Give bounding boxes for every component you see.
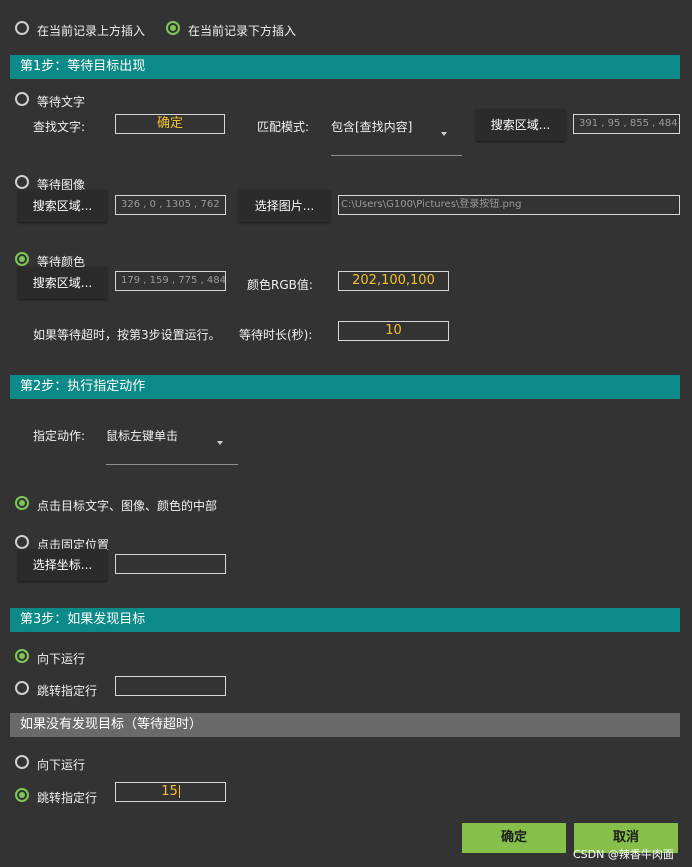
image-search-area-value[interactable]: 326 , 0 , 1305 , 762: [115, 195, 226, 215]
match-mode-underline: [331, 155, 462, 156]
ok-button[interactable]: 确定: [462, 823, 566, 853]
text-search-area-button[interactable]: 搜索区域...: [476, 109, 565, 141]
image-path-input[interactable]: C:\Users\G100\Pictures\登录按钮.png: [338, 195, 680, 215]
step3-header: 第3步：如果发现目标: [10, 608, 680, 632]
color-search-area-button[interactable]: 搜索区域...: [18, 267, 107, 299]
found-jump-radio[interactable]: [15, 681, 29, 695]
action-select[interactable]: 鼠标左键单击: [106, 421, 238, 466]
select-image-button[interactable]: 选择图片...: [239, 190, 330, 222]
color-rgb-input[interactable]: 202,100,100: [338, 271, 449, 291]
not-found-header: 如果没有发现目标（等待超时）: [10, 713, 680, 737]
click-fixed-radio[interactable]: [15, 535, 29, 549]
coord-input[interactable]: [115, 554, 226, 574]
notfound-run-down-radio[interactable]: [15, 755, 29, 769]
find-text-label: 查找文字:: [33, 120, 86, 134]
click-center-label: 点击目标文字、图像、颜色的中部: [37, 499, 218, 513]
found-run-down-label: 向下运行: [37, 652, 86, 666]
notfound-jump-label: 跳转指定行: [37, 791, 98, 805]
timeout-label: 等待时长(秒):: [239, 328, 313, 342]
image-search-area-button[interactable]: 搜索区域...: [18, 190, 107, 222]
insert-below-radio[interactable]: [166, 21, 180, 35]
watermark: CSDN @辣香牛肉面: [573, 848, 674, 861]
match-mode-value: 包含[查找内容]: [331, 120, 413, 134]
step2-header: 第2步：执行指定动作: [10, 375, 680, 399]
match-mode-label: 匹配模式:: [257, 120, 310, 134]
wait-text-radio[interactable]: [15, 92, 29, 106]
found-run-down-radio[interactable]: [15, 649, 29, 663]
notfound-jump-input[interactable]: 15: [115, 782, 226, 802]
notfound-jump-value: 15: [161, 784, 178, 799]
color-search-area-value[interactable]: 179 , 159 , 775 , 484: [115, 271, 226, 291]
action-label: 指定动作:: [33, 429, 86, 443]
notfound-jump-radio[interactable]: [15, 788, 29, 802]
find-text-input[interactable]: 确定: [115, 114, 225, 134]
notfound-run-down-label: 向下运行: [37, 758, 86, 772]
wait-text-label: 等待文字: [37, 95, 86, 109]
wait-color-radio[interactable]: [15, 252, 29, 266]
insert-above-radio[interactable]: [15, 21, 29, 35]
text-search-area-value[interactable]: 391 , 95 , 855 , 484: [573, 114, 680, 134]
insert-above-label: 在当前记录上方插入: [37, 24, 146, 38]
chevron-down-icon: [217, 441, 223, 445]
color-rgb-label: 颜色RGB值:: [247, 278, 313, 292]
text-caret: [178, 785, 180, 798]
step1-header: 第1步：等待目标出现: [10, 55, 680, 79]
action-value: 鼠标左键单击: [106, 429, 179, 443]
action-underline: [106, 464, 238, 465]
click-center-radio[interactable]: [15, 496, 29, 510]
wait-image-radio[interactable]: [15, 175, 29, 189]
insert-below-label: 在当前记录下方插入: [188, 24, 297, 38]
found-jump-label: 跳转指定行: [37, 684, 98, 698]
match-mode-select[interactable]: 包含[查找内容]: [331, 112, 462, 157]
timeout-note: 如果等待超时，按第3步设置运行。: [33, 328, 221, 342]
timeout-input[interactable]: 10: [338, 321, 449, 341]
chevron-down-icon: [441, 132, 447, 136]
found-jump-input[interactable]: [115, 676, 226, 696]
select-coord-button[interactable]: 选择坐标...: [18, 549, 107, 581]
